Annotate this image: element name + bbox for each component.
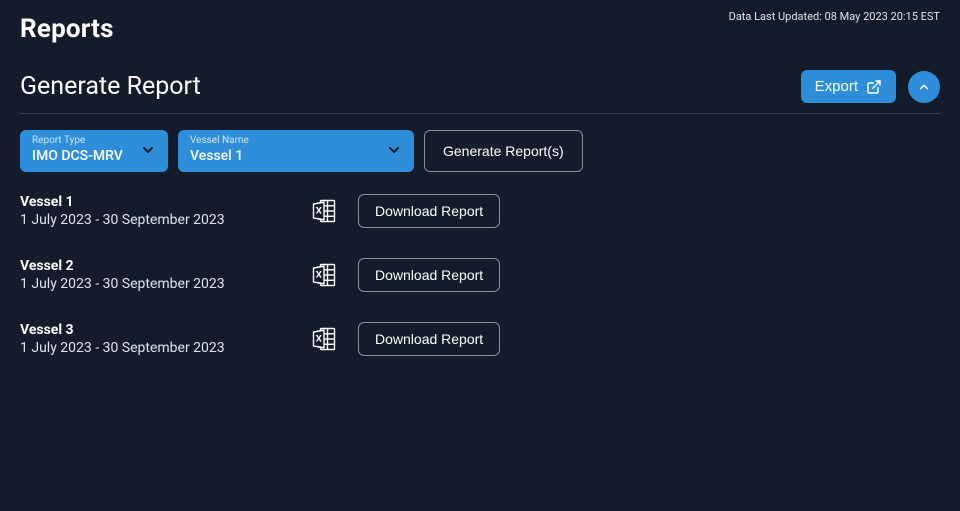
report-type-select[interactable]: Report Type IMO DCS-MRV [20, 130, 168, 172]
download-report-button[interactable]: Download Report [358, 322, 500, 356]
excel-icon: X [304, 325, 344, 353]
result-row: Vessel 1 1 July 2023 - 30 September 2023… [20, 194, 940, 228]
export-button[interactable]: Export [801, 70, 896, 103]
chevron-up-icon [917, 80, 931, 94]
vessel-name: Vessel 3 [20, 322, 290, 338]
date-range: 1 July 2023 - 30 September 2023 [20, 276, 290, 292]
page-title: Reports [20, 14, 114, 44]
generate-reports-button[interactable]: Generate Report(s) [424, 130, 583, 172]
excel-icon: X [304, 197, 344, 225]
last-updated: Data Last Updated: 08 May 2023 20:15 EST [729, 10, 940, 23]
svg-text:X: X [316, 205, 322, 216]
vessel-name: Vessel 1 [20, 194, 290, 210]
download-report-button[interactable]: Download Report [358, 194, 500, 228]
result-row: Vessel 2 1 July 2023 - 30 September 2023… [20, 258, 940, 292]
chevron-down-icon [386, 142, 402, 158]
vessel-name: Vessel 2 [20, 258, 290, 274]
report-type-label: Report Type [32, 135, 123, 147]
vessel-name-label: Vessel Name [190, 135, 249, 147]
external-link-icon [866, 79, 882, 95]
section-title: Generate Report [20, 72, 201, 101]
report-type-value: IMO DCS-MRV [32, 148, 123, 165]
date-range: 1 July 2023 - 30 September 2023 [20, 212, 290, 228]
svg-text:X: X [316, 269, 322, 280]
results-list: Vessel 1 1 July 2023 - 30 September 2023… [0, 172, 960, 356]
chevron-down-icon [140, 142, 156, 158]
download-report-button[interactable]: Download Report [358, 258, 500, 292]
export-label: Export [815, 78, 858, 95]
date-range: 1 July 2023 - 30 September 2023 [20, 340, 290, 356]
result-row: Vessel 3 1 July 2023 - 30 September 2023… [20, 322, 940, 356]
collapse-button[interactable] [908, 71, 940, 103]
vessel-name-select[interactable]: Vessel Name Vessel 1 [178, 130, 414, 172]
vessel-name-value: Vessel 1 [190, 148, 249, 165]
svg-text:X: X [316, 333, 322, 344]
excel-icon: X [304, 261, 344, 289]
